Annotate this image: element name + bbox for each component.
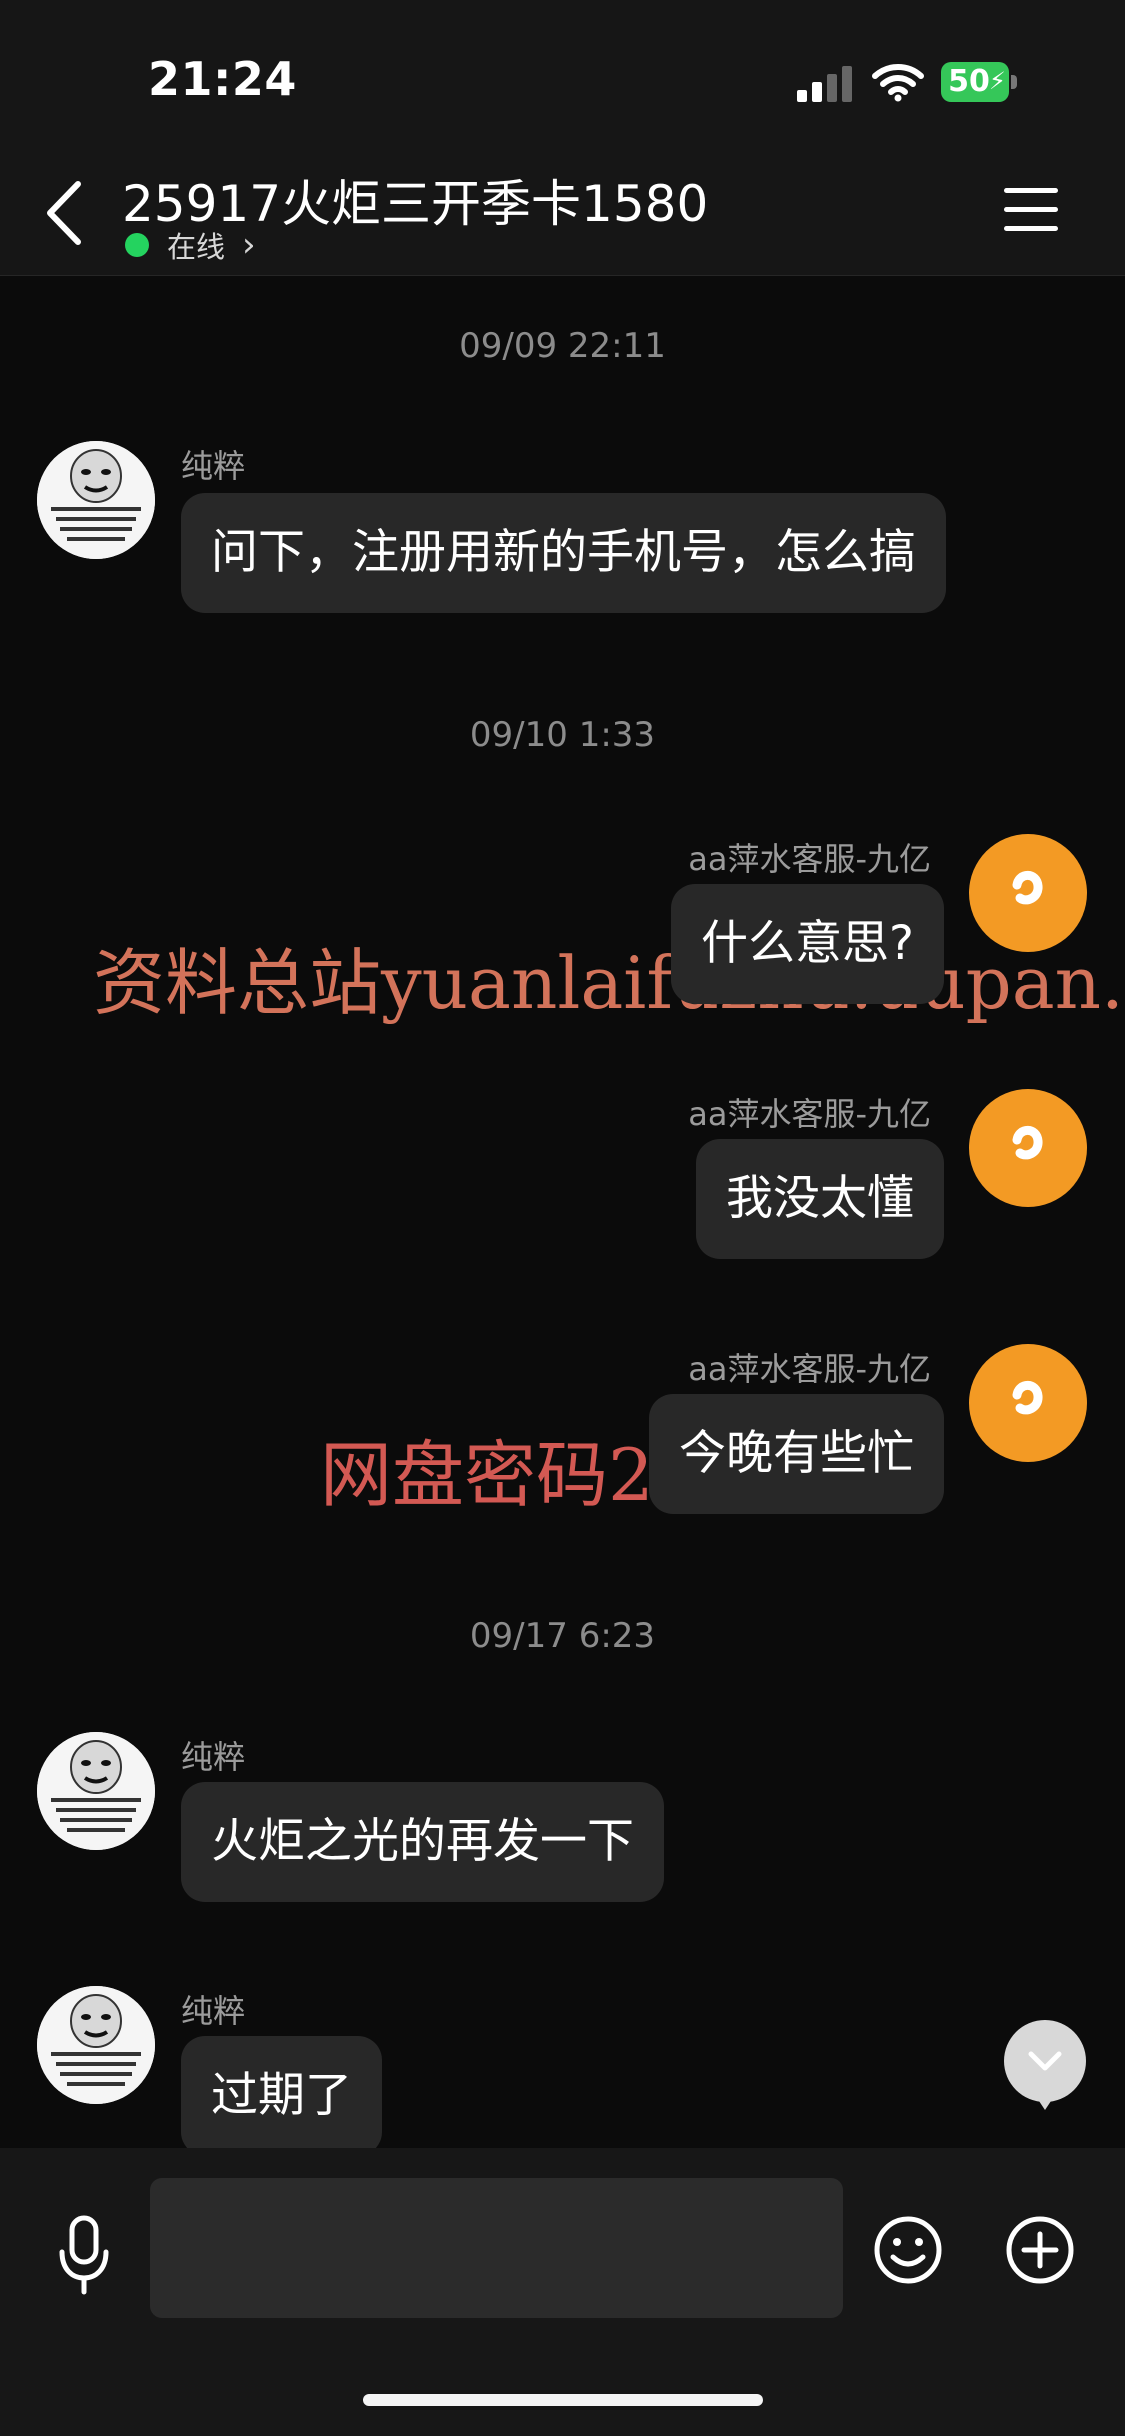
- microphone-icon[interactable]: [52, 2214, 116, 2296]
- status-bar: 21:24 50 ⚡: [0, 0, 1125, 150]
- status-time: 21:24: [148, 52, 297, 106]
- message-bubble[interactable]: 火炬之光的再发一下: [181, 1782, 664, 1902]
- battery-indicator: 50 ⚡: [941, 62, 1017, 102]
- scroll-to-bottom-button[interactable]: [1004, 2020, 1086, 2102]
- message-list[interactable]: 09/09 22:11 纯粹 问下，注册用新的手机号，怎么搞 资料总站yuanl…: [0, 276, 1125, 2148]
- sender-name: 纯粹: [181, 447, 246, 485]
- message-input[interactable]: [150, 2178, 843, 2318]
- agent-avatar[interactable]: [969, 834, 1087, 952]
- menu-button[interactable]: [1004, 188, 1058, 232]
- message-bubble[interactable]: 我没太懂: [696, 1139, 944, 1259]
- message-bubble[interactable]: 什么意思?: [671, 884, 944, 1004]
- wifi-icon: [872, 64, 924, 102]
- agent-logo-icon: [1012, 1380, 1043, 1415]
- message-bubble[interactable]: 今晚有些忙: [649, 1394, 944, 1514]
- online-dot-icon: [125, 233, 149, 257]
- cellular-signal-icon: [797, 66, 855, 102]
- battery-percent: 50: [948, 64, 990, 99]
- agent-avatar[interactable]: [969, 1089, 1087, 1207]
- user-avatar[interactable]: [37, 1732, 155, 1850]
- time-divider: 09/09 22:11: [459, 326, 666, 366]
- agent-logo-icon: [1012, 1125, 1043, 1160]
- chevron-down-icon: [1028, 2051, 1062, 2071]
- agent-logo-icon: [1012, 870, 1043, 905]
- sender-name: aa萍水客服-九亿: [688, 1095, 931, 1133]
- meme-face-icon: [37, 441, 155, 559]
- smiley-icon[interactable]: [872, 2214, 944, 2286]
- time-divider: 09/17 6:23: [469, 1616, 656, 1656]
- chevron-right-icon: ›: [242, 225, 256, 265]
- presence-label: 在线: [167, 230, 226, 264]
- user-avatar[interactable]: [37, 441, 155, 559]
- sender-name: aa萍水客服-九亿: [688, 1350, 931, 1388]
- back-button[interactable]: [38, 178, 90, 248]
- presence-status[interactable]: 在线 ›: [125, 225, 256, 265]
- message-bubble[interactable]: 问下，注册用新的手机号，怎么搞: [181, 493, 946, 613]
- plus-circle-icon[interactable]: [1004, 2214, 1076, 2286]
- time-divider: 09/10 1:33: [469, 715, 656, 755]
- chat-screen: 21:24 50 ⚡ 25917火炬三开季卡1580 在线 › 09/09 22…: [0, 0, 1125, 2436]
- sender-name: 纯粹: [181, 1738, 246, 1776]
- charging-bolt-icon: ⚡: [989, 67, 1006, 95]
- sender-name: 纯粹: [181, 1992, 246, 2030]
- message-composer: [0, 2148, 1125, 2436]
- watermark-text: 资料总站yuanlaifuzhu.uupan.net: [93, 941, 1125, 1025]
- home-indicator: [363, 2394, 763, 2406]
- user-avatar[interactable]: [37, 1986, 155, 2104]
- meme-face-icon: [37, 1732, 155, 1850]
- sender-name: aa萍水客服-九亿: [688, 840, 931, 878]
- chat-header: 25917火炬三开季卡1580 在线 ›: [0, 150, 1125, 276]
- meme-face-icon: [37, 1986, 155, 2104]
- message-bubble[interactable]: 过期了: [181, 2036, 382, 2148]
- agent-avatar[interactable]: [969, 1344, 1087, 1462]
